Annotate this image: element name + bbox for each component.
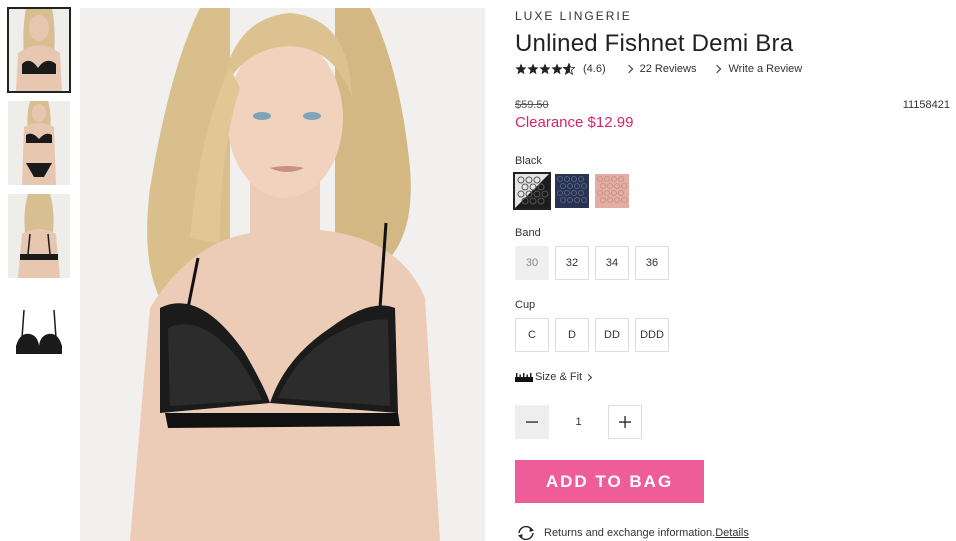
returns-info: Returns and exchange information. Detail… xyxy=(515,524,749,541)
star-icon xyxy=(551,63,563,75)
thumbnail-1[interactable] xyxy=(7,7,71,93)
star-icon xyxy=(539,63,551,75)
reviews-link[interactable]: 22 Reviews xyxy=(624,63,697,75)
swatch-pink[interactable] xyxy=(595,174,629,208)
quantity-value[interactable]: 1 xyxy=(549,416,608,428)
returns-text: Returns and exchange information. xyxy=(544,527,716,539)
minus-icon xyxy=(526,421,538,423)
item-number: 11158421 xyxy=(902,99,950,111)
cup-options: C D DD DDD xyxy=(515,318,675,352)
size-fit-label: Size & Fit xyxy=(535,371,583,383)
color-label: Black xyxy=(515,155,542,167)
brand-name: LUXE LINGERIE xyxy=(515,9,632,23)
chevron-right-icon xyxy=(713,64,722,74)
main-product-image xyxy=(80,8,485,541)
swatch-navy[interactable] xyxy=(555,174,589,208)
cup-option-c[interactable]: C xyxy=(515,318,549,352)
band-options: 30 32 34 36 xyxy=(515,246,675,280)
rating-row: (4.6) 22 Reviews Write a Review xyxy=(515,62,802,76)
quantity-stepper: 1 xyxy=(515,405,642,439)
cup-label: Cup xyxy=(515,299,536,311)
star-icon xyxy=(527,63,539,75)
star-rating xyxy=(515,63,575,75)
band-option-30[interactable]: 30 xyxy=(515,246,549,280)
band-option-36[interactable]: 36 xyxy=(635,246,669,280)
band-option-34[interactable]: 34 xyxy=(595,246,629,280)
ruler-icon xyxy=(515,372,533,382)
product-title: Unlined Fishnet Demi Bra xyxy=(515,30,794,57)
chevron-right-icon xyxy=(585,373,593,381)
product-details-panel: LUXE LINGERIE Unlined Fishnet Demi Bra (… xyxy=(513,0,956,541)
clearance-price: Clearance $12.99 xyxy=(515,114,634,131)
write-review-label: Write a Review xyxy=(728,63,803,75)
write-review-link[interactable]: Write a Review xyxy=(713,63,803,75)
increase-quantity-button[interactable] xyxy=(608,405,642,439)
returns-arrows-icon xyxy=(518,525,534,541)
star-icon xyxy=(515,63,527,75)
swatch-black[interactable] xyxy=(513,172,551,210)
star-half-icon xyxy=(563,63,575,75)
band-option-32[interactable]: 32 xyxy=(555,246,589,280)
size-fit-link[interactable]: Size & Fit xyxy=(515,371,599,383)
cup-option-d[interactable]: D xyxy=(555,318,589,352)
band-label: Band xyxy=(515,227,541,239)
decrease-quantity-button[interactable] xyxy=(515,405,549,439)
add-to-bag-button[interactable]: ADD TO BAG xyxy=(515,460,704,503)
thumbnail-3[interactable] xyxy=(8,194,70,278)
rating-value: (4.6) xyxy=(583,63,606,75)
plus-icon xyxy=(619,416,631,428)
original-price: $59.50 xyxy=(515,99,549,111)
returns-details-link[interactable]: Details xyxy=(715,527,749,539)
thumbnail-2[interactable] xyxy=(8,101,70,185)
reviews-link-label: 22 Reviews xyxy=(639,63,697,75)
cup-option-dd[interactable]: DD xyxy=(595,318,629,352)
cup-option-ddd[interactable]: DDD xyxy=(635,318,669,352)
chevron-right-icon xyxy=(624,64,633,74)
thumbnail-4[interactable] xyxy=(8,288,70,372)
color-swatches xyxy=(513,172,635,210)
